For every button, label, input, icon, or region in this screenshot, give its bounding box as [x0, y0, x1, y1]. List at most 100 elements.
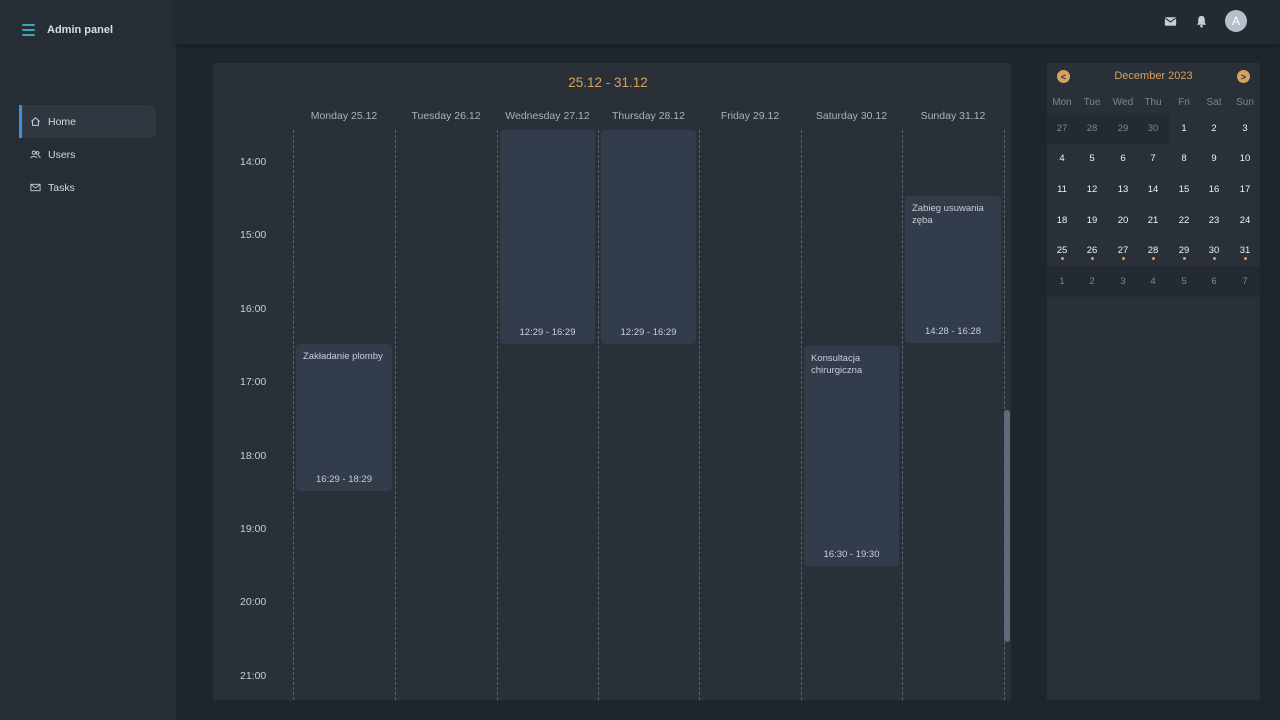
- calendar-day-number: 20: [1117, 214, 1129, 226]
- calendar-day[interactable]: 18: [1047, 205, 1077, 235]
- calendar-day-number: 3: [1242, 122, 1248, 134]
- calendar-event[interactable]: 12:29 - 16:29: [500, 130, 595, 345]
- mini-calendar-header: < December 2023 >: [1047, 69, 1260, 85]
- calendar-day[interactable]: 3: [1108, 266, 1138, 296]
- calendar-day-number: 9: [1211, 152, 1217, 164]
- avatar[interactable]: A: [1225, 10, 1247, 32]
- hour-label: 16:00: [240, 303, 267, 315]
- event-indicator-dot: [1121, 257, 1125, 260]
- hour-label: 18:00: [240, 450, 267, 462]
- calendar-day-number: 16: [1208, 183, 1220, 195]
- weekday-label: Sun: [1236, 97, 1254, 108]
- calendar-day-number: 13: [1117, 183, 1129, 195]
- calendar-day-number: 12: [1086, 183, 1098, 195]
- calendar-day[interactable]: 8: [1169, 143, 1199, 173]
- calendar-day[interactable]: 12: [1077, 174, 1107, 204]
- calendar-day[interactable]: 29: [1169, 235, 1199, 265]
- calendar-day[interactable]: 11: [1047, 174, 1077, 204]
- calendar-event[interactable]: Zabieg usuwania zęba 14:28 - 16:28: [905, 196, 1001, 344]
- calendar-day[interactable]: 4: [1138, 266, 1168, 296]
- sidebar-item-users[interactable]: Users: [19, 138, 156, 171]
- event-time: 16:29 - 18:29: [316, 474, 372, 486]
- home-icon: [31, 117, 40, 126]
- sidebar-nav: Home Users Tasks: [19, 105, 156, 204]
- bell-icon[interactable]: [1194, 14, 1209, 29]
- calendar-day[interactable]: 26: [1077, 235, 1107, 265]
- calendar-day[interactable]: 6: [1199, 266, 1229, 296]
- calendar-day-number: 2: [1211, 122, 1217, 134]
- weekday-label: Mon: [1052, 97, 1072, 108]
- calendar-day[interactable]: 1: [1169, 113, 1199, 143]
- calendar-day[interactable]: 7: [1230, 266, 1260, 296]
- calendar-event[interactable]: Konsultacja chirurgiczna 16:30 - 19:30: [804, 345, 899, 566]
- sidebar-item-home[interactable]: Home: [19, 105, 156, 138]
- calendar-day[interactable]: 20: [1108, 205, 1138, 235]
- calendar-day-number: 21: [1147, 214, 1159, 226]
- event-indicator-dot: [1151, 257, 1155, 260]
- calendar-day-number: 24: [1239, 214, 1251, 226]
- weekday-label: Thu: [1144, 97, 1162, 108]
- calendar-day[interactable]: 30: [1199, 235, 1229, 265]
- week-calendar: 25.12 - 31.12 Monday 25.12 Tuesday 26.12 W…: [213, 63, 1011, 700]
- calendar-day[interactable]: 1: [1047, 266, 1077, 296]
- calendar-day[interactable]: 24: [1230, 205, 1260, 235]
- calendar-day[interactable]: 10: [1230, 143, 1260, 173]
- calendar-day-number: 29: [1178, 244, 1190, 256]
- event-indicator-dot: [1212, 257, 1216, 260]
- hour-label: 20:00: [240, 596, 267, 608]
- calendar-day[interactable]: 15: [1169, 174, 1199, 204]
- calendar-day-number: 17: [1239, 183, 1251, 195]
- calendar-day-number: 14: [1147, 183, 1159, 195]
- calendar-event[interactable]: Zakładanie plomby 16:29 - 18:29: [296, 344, 392, 492]
- calendar-day-number: 7: [1150, 152, 1156, 164]
- sidebar-item-label: Home: [48, 115, 77, 128]
- calendar-day[interactable]: 25: [1047, 235, 1077, 265]
- calendar-day[interactable]: 21: [1138, 205, 1168, 235]
- calendar-day[interactable]: 28: [1077, 113, 1107, 143]
- calendar-day[interactable]: 30: [1138, 113, 1168, 143]
- calendar-day[interactable]: 2: [1199, 113, 1229, 143]
- calendar-day[interactable]: 23: [1199, 205, 1229, 235]
- day-column-divider: [801, 130, 802, 700]
- event-indicator-dot: [1090, 257, 1094, 260]
- calendar-day[interactable]: 22: [1169, 205, 1199, 235]
- event-title: Zakładanie plomby: [303, 351, 383, 363]
- calendar-day[interactable]: 28: [1138, 235, 1168, 265]
- day-header: Wednesday 27.12: [505, 110, 590, 122]
- app-title: Admin panel: [47, 24, 114, 36]
- next-month-button[interactable]: >: [1237, 70, 1250, 83]
- sidebar-item-tasks[interactable]: Tasks: [19, 171, 156, 204]
- calendar-day[interactable]: 6: [1108, 143, 1138, 173]
- event-time: 16:30 - 19:30: [823, 548, 880, 560]
- calendar-day[interactable]: 5: [1169, 266, 1199, 296]
- calendar-day[interactable]: 2: [1077, 266, 1107, 296]
- calendar-day[interactable]: 17: [1230, 174, 1260, 204]
- calendar-day-number: 7: [1242, 275, 1248, 287]
- calendar-day[interactable]: 9: [1199, 143, 1229, 173]
- calendar-day[interactable]: 5: [1077, 143, 1107, 173]
- calendar-day[interactable]: 27: [1108, 235, 1138, 265]
- day-column-divider: [497, 130, 498, 700]
- calendar-day[interactable]: 31: [1230, 235, 1260, 265]
- calendar-day-number: 8: [1181, 152, 1187, 164]
- calendar-day[interactable]: 7: [1138, 143, 1168, 173]
- calendar-day[interactable]: 16: [1199, 174, 1229, 204]
- calendar-event[interactable]: 12:29 - 16:29: [601, 130, 696, 345]
- calendar-day-number: 30: [1147, 122, 1159, 134]
- weekday-label: Sat: [1206, 97, 1222, 108]
- day-header: Friday 29.12: [720, 110, 780, 122]
- hour-label: 19:00: [240, 523, 267, 535]
- hamburger-menu-icon[interactable]: [22, 24, 35, 36]
- calendar-day-number: 28: [1086, 122, 1098, 134]
- calendar-day[interactable]: 13: [1108, 174, 1138, 204]
- calendar-day-number: 19: [1086, 214, 1098, 226]
- calendar-day[interactable]: 19: [1077, 205, 1107, 235]
- calendar-day[interactable]: 14: [1138, 174, 1168, 204]
- weekday-label: Wed: [1112, 97, 1134, 108]
- calendar-day[interactable]: 29: [1108, 113, 1138, 143]
- day-header: Sunday 31.12: [920, 110, 986, 122]
- calendar-day[interactable]: 27: [1047, 113, 1077, 143]
- calendar-day[interactable]: 3: [1230, 113, 1260, 143]
- calendar-day[interactable]: 4: [1047, 143, 1077, 173]
- mail-icon[interactable]: [1163, 14, 1178, 29]
